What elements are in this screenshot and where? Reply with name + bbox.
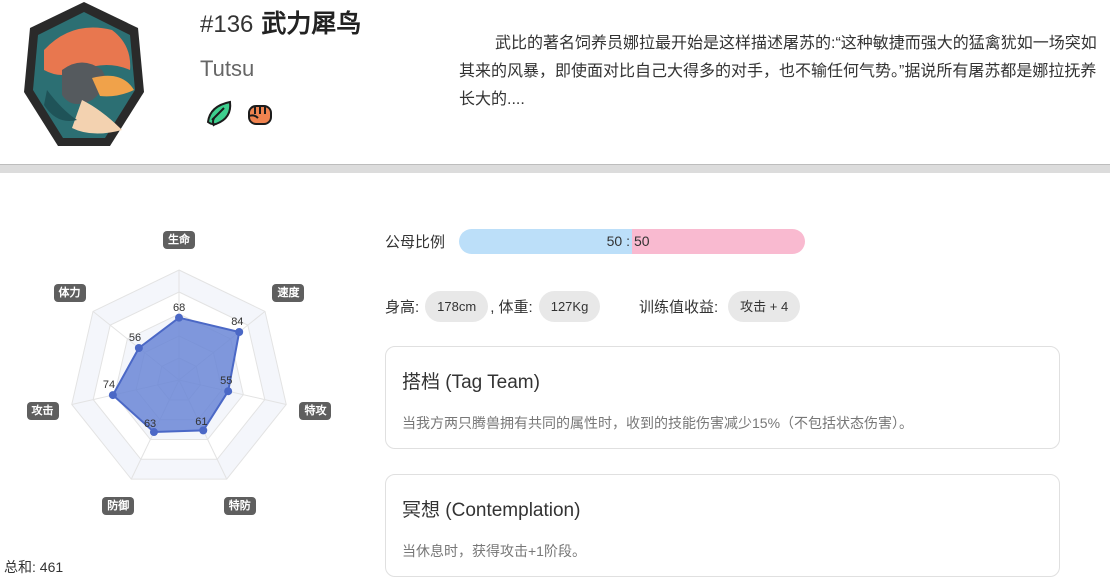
gender-female-segment: 50 [632,229,805,254]
gender-ratio-label: 公母比例 [385,234,446,251]
ev-yield-row: 训练值收益: 攻击 + 4 [639,291,801,322]
radar-svg [71,269,287,480]
stat-value-defense: 63 [143,418,157,431]
ev-yield-label: 训练值收益: [639,299,719,316]
stat-label-speed: 速度 [272,283,305,302]
stat-value-stamina: 56 [128,331,142,344]
stats-radar-chart: 生命 速度 特攻 特防 防御 攻击 体力 68 84 55 61 63 74 5… [0,222,360,522]
stat-value-speed: 84 [231,315,244,328]
stat-label-sp-def: 特防 [223,497,256,516]
height-label: 身高: [385,299,420,316]
gender-female-value: 50 [634,233,650,249]
stat-label-sp-atk: 特攻 [299,402,332,421]
ability-description: 当休息时，获得攻击+1阶段。 [402,543,586,559]
ability-title: 冥想 (Contemplation) [402,500,581,521]
gender-separator: : [626,233,630,249]
ability-card[interactable]: 搭档 (Tag Team) 当我方两只腾兽拥有共同的属性时，收到的技能伤害减少1… [385,346,1060,449]
ability-description: 当我方两只腾兽拥有共同的属性时，收到的技能伤害减少15%（不包括状态伤害）。 [402,415,914,431]
bird-avatar-icon [22,0,146,158]
stat-value-sp-atk: 55 [220,375,233,388]
pokemon-number: #136 [200,11,254,38]
height-value: 178cm [425,291,489,322]
ability-title: 搭档 (Tag Team) [402,372,540,393]
gender-male-value: 50 [606,233,623,249]
pokemon-description: 武比的著名饲养员娜拉最开始是这样描述屠苏的:“这种敏捷而强大的猛禽犹如一场突如其… [459,35,1097,108]
stats-total: 总和: 461 [4,559,64,575]
height-weight-row: 身高: 178cm , 体重: 127Kg [385,291,601,322]
gender-ratio-bar: 50 : 50 [459,229,805,254]
stat-value-attack: 74 [102,379,116,392]
stat-label-attack: 攻击 [26,402,59,421]
header-divider [0,164,1110,173]
radar-point-attack [108,391,117,400]
pokemon-english-name: Tutsu [200,56,255,81]
ability-card[interactable]: 冥想 (Contemplation) 当休息时，获得攻击+1阶段。 [385,474,1060,577]
radar-point-sp-atk [224,387,233,396]
grass-type-icon[interactable] [204,98,236,130]
stat-label-hp: 生命 [163,231,195,249]
gender-ratio-row: 公母比例 50 : 50 [385,229,805,254]
radar-point-hp [175,313,183,322]
radar-point-stamina [134,343,143,352]
radar-point-speed [235,327,244,336]
stat-value-sp-def: 61 [195,416,208,429]
ev-yield-value: 攻击 + 4 [728,291,801,322]
stat-label-stamina: 体力 [53,283,86,302]
gender-male-segment: 50 : [459,229,632,254]
weight-value: 127Kg [538,291,601,322]
pokemon-name: 武力犀鸟 [261,10,362,38]
stat-label-defense: 防御 [102,497,135,516]
stat-value-hp: 68 [173,301,186,314]
pokemon-title: #136 武力犀鸟 [200,4,361,40]
weight-label: , 体重: [490,299,533,316]
pokemon-header: #136 武力犀鸟 Tutsu 武比的著名饲养员娜拉最开始是这样描述屠苏的:“这… [0,0,1110,166]
fighting-type-icon[interactable] [244,98,276,130]
